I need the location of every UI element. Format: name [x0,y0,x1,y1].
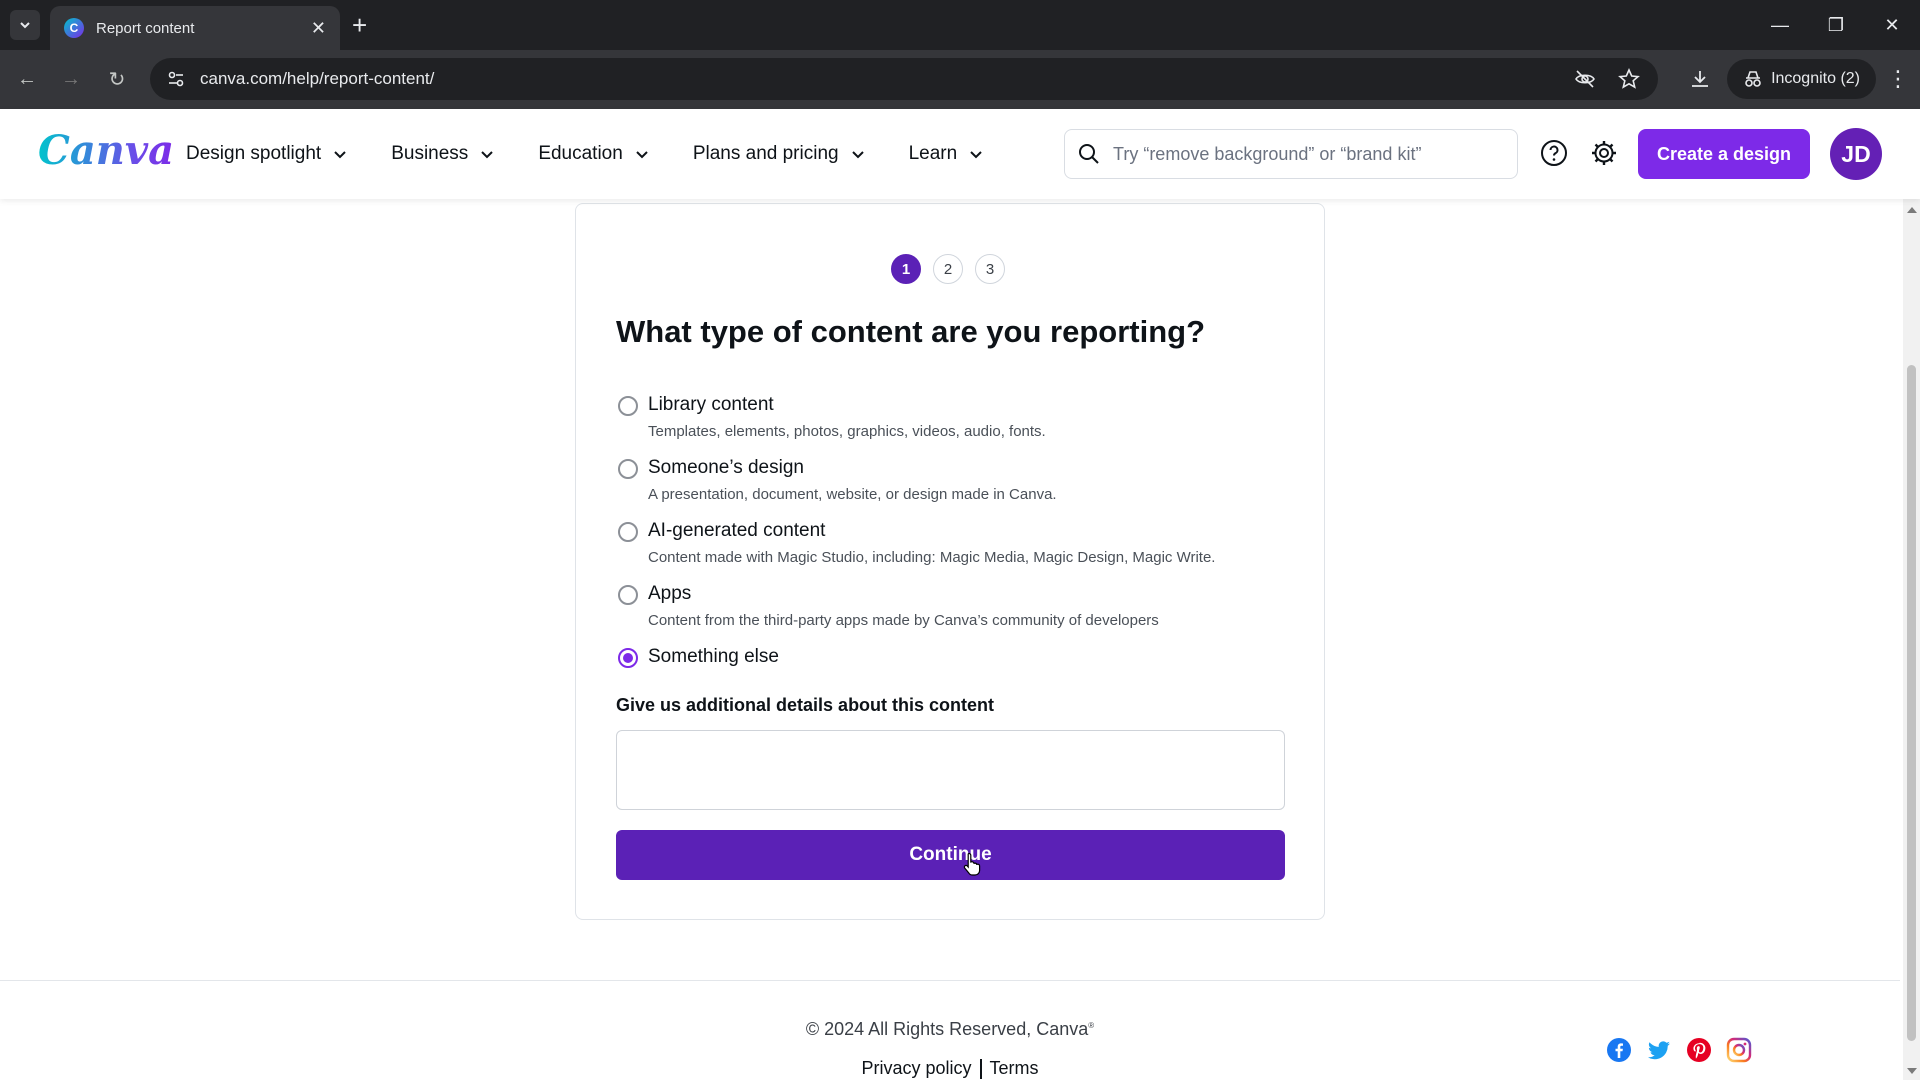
nav-label: Design spotlight [186,143,322,164]
terms-link[interactable]: Terms [990,1058,1039,1078]
gear-icon [1592,141,1616,165]
more-menu-icon[interactable]: ⋮ [1876,66,1920,92]
radio-apps[interactable] [618,585,638,605]
copyright-text: © 2024 All Rights Reserved, Canva [805,1019,1089,1039]
option-apps[interactable]: Apps Content from the third-party apps m… [618,581,1278,644]
incognito-label: Incognito (2) [1771,70,1860,87]
search-input[interactable] [1113,143,1493,165]
nav-education[interactable]: Education [538,143,649,165]
content-type-options: Library content Templates, elements, pho… [618,392,1278,707]
chevron-down-icon [481,151,494,159]
option-label: Someone’s design [648,457,804,478]
avatar[interactable]: JD [1830,128,1882,180]
option-someones-design[interactable]: Someone’s design A presentation, documen… [618,455,1278,518]
chevron-down-icon [20,22,30,29]
radio-something-else[interactable] [618,648,638,668]
radio-ai-generated[interactable] [618,522,638,542]
facebook-icon[interactable] [1606,1037,1632,1063]
nav-label: Plans and pricing [692,143,839,164]
restore-icon[interactable]: ❐ [1808,0,1864,50]
option-label: AI-generated content [648,520,826,541]
option-library-content[interactable]: Library content Templates, elements, pho… [618,392,1278,455]
option-description: Templates, elements, photos, graphics, v… [648,423,1046,440]
option-ai-generated[interactable]: AI-generated content Content made with M… [618,518,1278,581]
details-label: Give us additional details about this co… [616,695,995,715]
chevron-down-icon [334,151,346,159]
report-form-card: 1 2 3 What type of content are you repor… [575,203,1325,920]
nav-learn[interactable]: Learn [909,143,984,165]
back-arrow-icon[interactable]: ← [12,64,42,94]
forward-arrow-icon[interactable]: → [56,64,86,94]
help-button[interactable] [1540,139,1568,167]
nav-label: Education [538,143,623,164]
star-icon[interactable] [1618,68,1640,90]
close-window-icon[interactable]: ✕ [1864,0,1920,50]
nav-business[interactable]: Business [391,143,494,165]
registered-mark: ® [1088,1021,1095,1030]
window-controls: — ❐ ✕ [1752,0,1920,50]
canva-logo[interactable]: Canva [38,127,174,174]
site-info-icon[interactable] [156,70,196,88]
details-textarea[interactable] [616,730,1285,810]
canva-favicon-icon: C [64,18,84,38]
chevron-down-icon [851,151,864,159]
hand-cursor-icon [963,852,981,876]
option-description: Content made with Magic Studio, includin… [648,549,1216,566]
settings-button[interactable] [1590,139,1618,167]
social-links [1606,1037,1752,1063]
page-scrollbar[interactable] [1903,199,1920,1080]
step-2: 2 [933,254,963,284]
step-1: 1 [891,254,921,284]
browser-tab[interactable]: C Report content ✕ [50,6,340,50]
scrollbar-thumb[interactable] [1907,365,1916,1041]
privacy-policy-link[interactable]: Privacy policy [861,1058,971,1078]
address-bar[interactable]: canva.com/help/report-content/ [150,58,1658,100]
search-box [1064,129,1518,179]
eye-off-icon[interactable] [1574,68,1596,90]
new-tab-button[interactable]: + [352,12,367,38]
nav-plans-pricing[interactable]: Plans and pricing [693,143,865,165]
main-nav: Design spotlight Business Education Plan… [186,109,983,199]
nav-design-spotlight[interactable]: Design spotlight [186,143,347,165]
help-icon [1541,140,1567,166]
chevron-down-icon [970,151,982,159]
url-text: canva.com/help/report-content/ [200,69,435,88]
minimize-icon[interactable]: — [1752,0,1808,50]
scroll-up-icon[interactable] [1907,207,1917,213]
nav-label: Business [391,143,469,164]
reload-icon[interactable]: ↻ [102,64,132,94]
pinterest-icon[interactable] [1686,1037,1712,1063]
incognito-badge[interactable]: Incognito (2) [1727,59,1876,99]
create-design-button[interactable]: Create a design [1638,129,1810,179]
divider [979,1059,982,1080]
chevron-down-icon [636,151,648,159]
close-tab-icon[interactable]: ✕ [311,18,326,39]
site-footer: © 2024 All Rights Reserved, Canva® Priva… [0,980,1900,1080]
search-icon [1079,144,1099,164]
scroll-down-icon[interactable] [1907,1068,1917,1074]
option-description: A presentation, document, website, or de… [648,486,1057,503]
twitter-icon[interactable] [1646,1037,1672,1063]
step-indicator: 1 2 3 [891,254,1005,284]
browser-tabstrip: C Report content ✕ + — ❐ ✕ [0,0,1920,50]
step-3: 3 [975,254,1005,284]
option-label: Apps [648,583,692,604]
incognito-icon [1745,71,1761,87]
nav-label: Learn [908,143,958,164]
instagram-icon[interactable] [1726,1037,1752,1063]
site-header: Canva Design spotlight Business Educatio… [0,109,1920,199]
option-description: Content from the third-party apps made b… [648,612,1159,629]
tab-search-button[interactable] [10,10,40,40]
browser-toolbar: ← → ↻ canva.com/help/report-content/ Inc… [0,50,1920,109]
radio-library-content[interactable] [618,396,638,416]
tab-title: Report content [96,19,195,37]
option-label: Library content [648,394,774,415]
download-icon[interactable] [1689,68,1711,90]
option-label: Something else [648,646,779,667]
continue-button[interactable]: Continue [616,830,1285,880]
radio-someones-design[interactable] [618,459,638,479]
page-title: What type of content are you reporting? [616,314,1206,349]
